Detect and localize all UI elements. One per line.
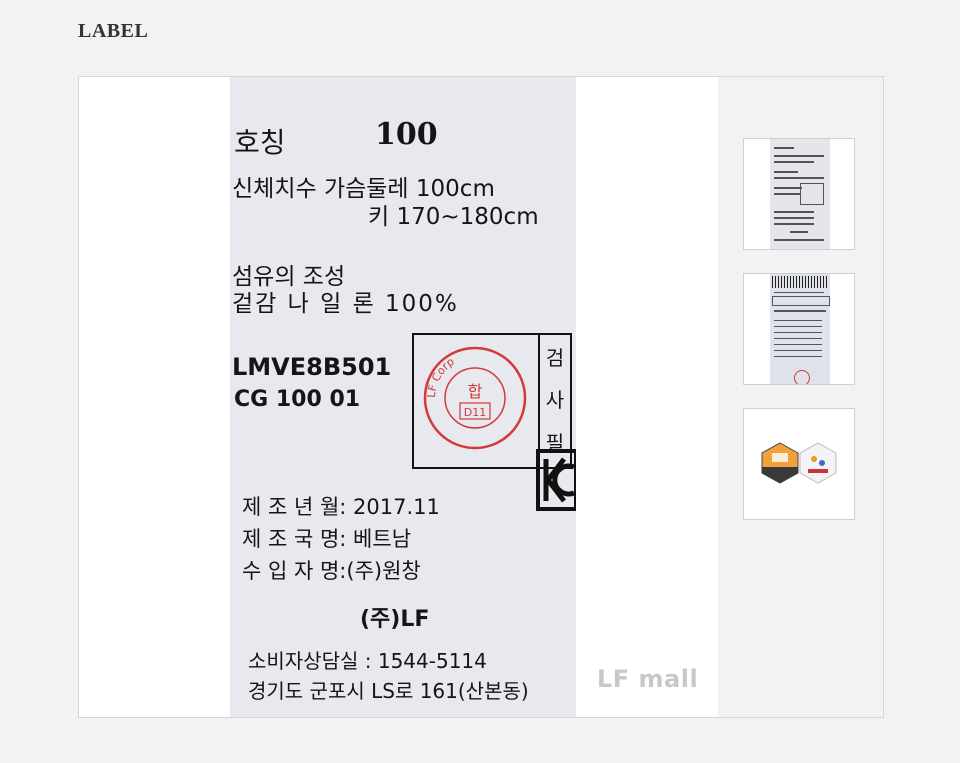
label-care-thumbnail-image xyxy=(770,274,830,384)
stamp-center-text: 합 xyxy=(468,382,483,401)
company-address: 경기도 군포시 LS로 161(산본동) xyxy=(248,679,529,703)
manufacture-date: 제 조 년 월: 2017.11 xyxy=(242,495,440,519)
label-front-thumbnail-image xyxy=(770,139,830,249)
image-viewer: 호칭 100 신체치수 가슴둘레 100cm 키 170~180cm 섬유의 조… xyxy=(78,76,884,718)
country-of-origin: 제 조 국 명: 베트남 xyxy=(242,527,412,551)
stamp-code-text: D11 xyxy=(464,406,486,419)
color-size-code: CG 100 01 xyxy=(234,387,361,412)
thumbnail-3[interactable] xyxy=(743,408,855,520)
inspection-stamp: LF Corp 합 D11 xyxy=(423,346,527,450)
inspection-char-2: 사 xyxy=(545,388,565,413)
kc-certification-icon xyxy=(536,449,576,511)
importer: 수 입 자 명:(주)원창 xyxy=(242,559,421,583)
thumbnail-1[interactable] xyxy=(743,138,855,250)
care-label: 호칭 100 신체치수 가슴둘레 100cm 키 170~180cm 섬유의 조… xyxy=(230,77,576,717)
main-product-image[interactable]: 호칭 100 신체치수 가슴둘레 100cm 키 170~180cm 섬유의 조… xyxy=(79,77,718,717)
product-code: LMVE8B501 xyxy=(232,353,392,381)
height-line: 키 170~180cm xyxy=(368,204,539,230)
inspection-char-1: 검 xyxy=(545,345,565,370)
thumbnail-2[interactable] xyxy=(743,273,855,385)
lf-mall-watermark: LF mall xyxy=(597,665,699,693)
fiber-composition: 겉감 나 일 론 100% xyxy=(232,291,459,317)
certification-badges-thumbnail-image xyxy=(761,442,837,484)
section-title: LABEL xyxy=(78,20,149,42)
brand-name: (주)LF xyxy=(360,607,430,632)
inspection-column: 검 사 필 xyxy=(538,335,570,463)
size-value: 100 xyxy=(375,117,438,152)
size-label: 호칭 xyxy=(234,126,286,159)
customer-service: 소비자상담실 : 1544-5114 xyxy=(248,649,487,673)
